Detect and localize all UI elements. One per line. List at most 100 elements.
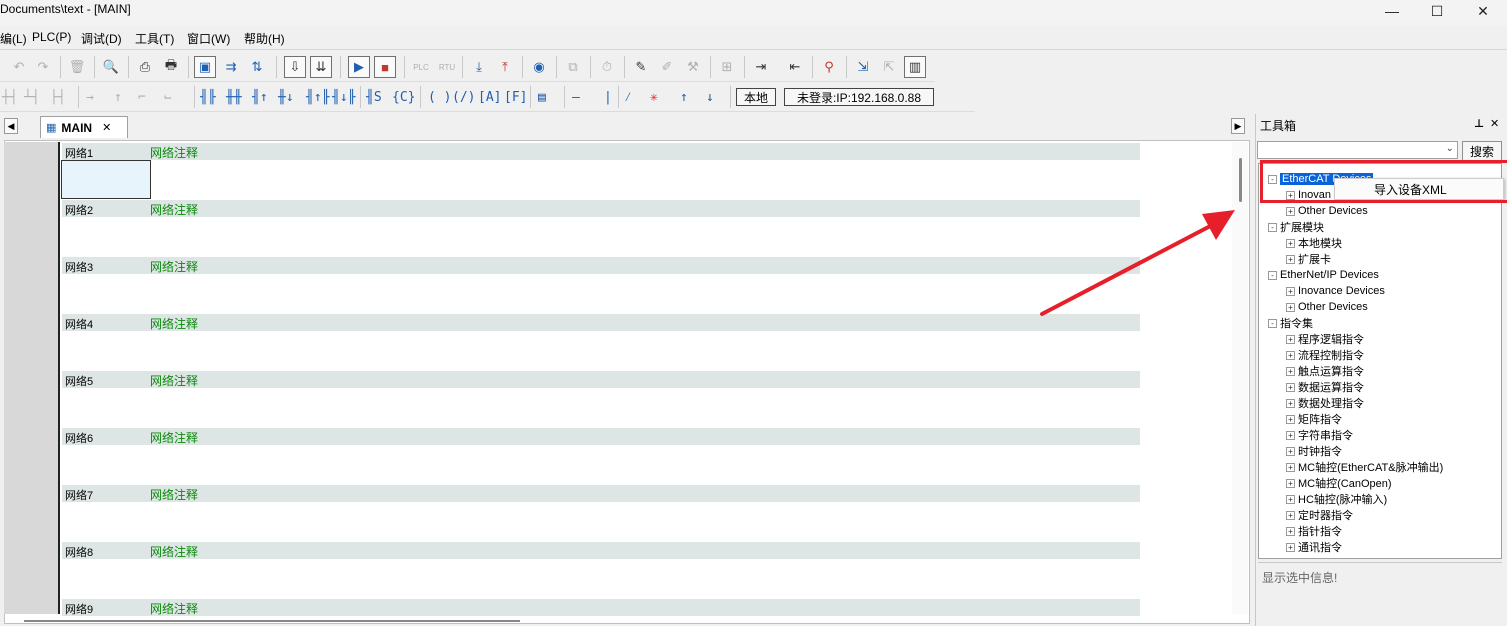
expand-icon[interactable]: +	[1286, 366, 1295, 376]
test-icon[interactable]: ⚲	[818, 56, 840, 78]
network-header[interactable]: 网络1 网络注释	[62, 143, 1140, 160]
vline-up-icon[interactable]: ↑	[114, 86, 122, 108]
tree-node[interactable]: + Other Devices	[1286, 299, 1368, 315]
tab-scroll-right-icon[interactable]: ▶	[1231, 118, 1245, 134]
expand-icon[interactable]: +	[1286, 542, 1295, 552]
falling-edge-icon[interactable]: ╢↓╟	[332, 86, 355, 108]
tree-node[interactable]: + 指针指令	[1286, 523, 1342, 539]
network-comment[interactable]: 网络注释	[150, 258, 198, 275]
network-comment[interactable]: 网络注释	[150, 201, 198, 218]
network-comment[interactable]: 网络注释	[150, 543, 198, 560]
rtu-icon[interactable]: RTU	[436, 56, 458, 78]
search-button[interactable]: 搜索	[1462, 141, 1502, 162]
network-comment[interactable]: 网络注释	[150, 486, 198, 503]
rising-contact-icon[interactable]: ╢↑	[252, 86, 268, 108]
coil-icon[interactable]: ( )	[428, 86, 451, 108]
expand-icon[interactable]: +	[1286, 430, 1295, 440]
rung-close-icon[interactable]: ├┤	[50, 86, 66, 108]
expand-icon[interactable]: +	[1286, 478, 1295, 488]
network-header[interactable]: 网络3 网络注释	[62, 257, 1140, 274]
delete-line-icon[interactable]: ✳	[650, 86, 658, 108]
stop-icon[interactable]: ■	[374, 56, 396, 78]
tree-node[interactable]: + 程序逻辑指令	[1286, 331, 1364, 347]
tab-main[interactable]: ▦ MAIN ✕	[40, 116, 128, 138]
expand-icon[interactable]: +	[1286, 350, 1295, 360]
expand-icon[interactable]: +	[1286, 414, 1295, 424]
tree-node[interactable]: + 字符串指令	[1286, 427, 1353, 443]
tree-node[interactable]: + 时钟指令	[1286, 443, 1342, 459]
no-contact-icon[interactable]: ╢╟	[200, 86, 216, 108]
selected-cell[interactable]	[61, 160, 151, 199]
tree-node[interactable]: + 触点运算指令	[1286, 363, 1364, 379]
vertical-line-icon[interactable]: |	[604, 86, 612, 108]
branch-icon[interactable]: ⌐	[138, 86, 146, 108]
network-header[interactable]: 网络2 网络注释	[62, 200, 1140, 217]
function-a-icon[interactable]: [A]	[478, 86, 501, 108]
window-icon[interactable]: ▣	[194, 56, 216, 78]
tree-node[interactable]: + 扩展卡	[1286, 251, 1331, 267]
network-icon[interactable]: ⇅	[246, 56, 268, 78]
grid-icon[interactable]: ⊞	[716, 56, 738, 78]
upload-icon[interactable]: ⤒	[494, 56, 516, 78]
collapse-icon[interactable]: -	[1268, 222, 1277, 232]
expand-icon[interactable]: +	[1286, 334, 1295, 344]
rung-left-icon[interactable]: ┼┤	[2, 86, 18, 108]
write-icon[interactable]: ✐	[656, 56, 678, 78]
network-header[interactable]: 网络6 网络注释	[62, 428, 1140, 445]
network-comment[interactable]: 网络注释	[150, 429, 198, 446]
network-header[interactable]: 网络7 网络注释	[62, 485, 1140, 502]
tree-node[interactable]: + 定时器指令	[1286, 507, 1353, 523]
expand-icon[interactable]: +	[1286, 254, 1295, 264]
pin-icon[interactable]: ⊥	[1474, 117, 1484, 130]
nc-contact-icon[interactable]: ╫╫	[226, 86, 242, 108]
print-preview-icon[interactable]: ⎙	[134, 56, 156, 78]
counter-icon[interactable]: {C}	[392, 86, 415, 108]
negated-coil-icon[interactable]: (/)	[452, 86, 475, 108]
move-up-icon[interactable]: ↑	[680, 86, 688, 108]
tree-node[interactable]: + 数据处理指令	[1286, 395, 1364, 411]
search-icon[interactable]: 🔍	[100, 56, 122, 78]
expand-icon[interactable]: +	[1286, 462, 1295, 472]
tree-node[interactable]: + MC轴控(CanOpen)	[1286, 475, 1392, 491]
tree-node[interactable]: + 矩阵指令	[1286, 411, 1342, 427]
expand-icon[interactable]: +	[1286, 446, 1295, 456]
tree-node[interactable]: - 指令集	[1268, 315, 1313, 331]
network-comment[interactable]: 网络注释	[150, 315, 198, 332]
close-window-button[interactable]: ✕	[1460, 0, 1506, 22]
maximize-button[interactable]: ☐	[1414, 0, 1460, 22]
menu-help[interactable]: 帮助(H)	[244, 30, 285, 47]
export-icon[interactable]: ⇉	[220, 56, 242, 78]
edit-icon[interactable]: ✎	[630, 56, 652, 78]
menu-debug[interactable]: 调试(D)	[81, 30, 122, 47]
expand-icon[interactable]: +	[1286, 302, 1295, 312]
delete-icon[interactable]: 🗑	[66, 56, 88, 78]
expand-icon[interactable]: +	[1286, 286, 1295, 296]
expand-icon[interactable]: +	[1286, 526, 1295, 536]
tab-scroll-left-icon[interactable]: ◀	[4, 118, 18, 134]
vertical-scrollbar-thumb[interactable]	[1239, 158, 1242, 202]
rising-edge-icon[interactable]: ╢↑╟	[306, 86, 329, 108]
set-coil-icon[interactable]: ╢S	[366, 86, 382, 108]
tree-node[interactable]: - 扩展模块	[1268, 219, 1324, 235]
minimize-button[interactable]: —	[1369, 0, 1415, 22]
function-f-icon[interactable]: [F]	[504, 86, 527, 108]
tree-node[interactable]: + Other Devices	[1286, 203, 1368, 219]
rung-branch-icon[interactable]: ┴┤	[24, 86, 40, 108]
menu-window[interactable]: 窗口(W)	[187, 30, 230, 47]
expand-icon[interactable]: +	[1286, 206, 1295, 216]
tab-close-icon[interactable]: ✕	[102, 121, 111, 134]
expand-icon[interactable]: +	[1286, 238, 1295, 248]
tree-node[interactable]: + HC轴控(脉冲输入)	[1286, 491, 1387, 507]
hline-icon[interactable]: →	[86, 86, 94, 108]
run-icon[interactable]: ▶	[348, 56, 370, 78]
tree-node[interactable]: + Inovance Devices	[1286, 283, 1385, 299]
collapse-icon[interactable]: -	[1268, 318, 1277, 328]
export-arrow-icon[interactable]: ⇱	[878, 56, 900, 78]
expand-icon[interactable]: +	[1286, 398, 1295, 408]
insert-row-icon[interactable]: ⇥	[750, 56, 772, 78]
network-comment[interactable]: 网络注释	[150, 144, 198, 161]
menu-tools[interactable]: 工具(T)	[135, 30, 174, 47]
redo-icon[interactable]: ↷	[32, 56, 54, 78]
network-comment[interactable]: 网络注释	[150, 600, 198, 617]
expand-icon[interactable]: +	[1286, 494, 1295, 504]
